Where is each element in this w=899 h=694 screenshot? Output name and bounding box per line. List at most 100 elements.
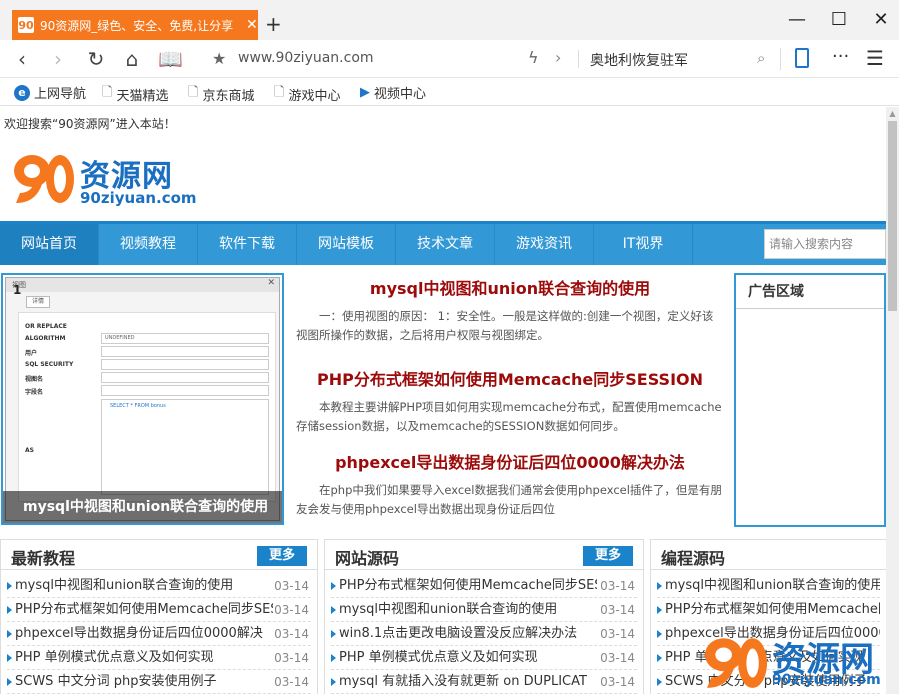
list-item[interactable]: SCWS 中文分词 php安装使用例子 03-14 bbox=[7, 670, 311, 694]
article-item: phpexcel导出数据身份证后四位0000解决办法 在php中我们如果要导入e… bbox=[296, 449, 724, 519]
site-search-input[interactable]: 请输入搜索内容 bbox=[764, 229, 886, 259]
list-item[interactable]: PHP 单例模式优点意义及如何实现 03-14 bbox=[7, 646, 311, 670]
form-field bbox=[101, 372, 269, 383]
fav-item[interactable]: ▶ 视频中心 bbox=[360, 83, 426, 102]
article-summary: 在php中我们如果要导入excel数据我们通常会使用phpexcel插件了，但是… bbox=[296, 483, 722, 516]
close-window-button[interactable]: ✕ bbox=[866, 8, 896, 32]
item-date: 03-14 bbox=[600, 675, 635, 689]
form-field bbox=[101, 346, 269, 357]
column-latest-tutorials: 最新教程 更多 mysql中视图和union联合查询的使用 03-14 PHP分布… bbox=[0, 539, 318, 694]
welcome-text: 欢迎搜索“90资源网”进入本站！ bbox=[4, 117, 176, 131]
scroll-thumb[interactable] bbox=[888, 121, 897, 311]
page-viewport: 欢迎搜索“90资源网”进入本站！ 资源网 90ziyuan.com 网站首页 视… bbox=[0, 107, 886, 694]
slide-number: 1 bbox=[13, 283, 22, 297]
scroll-up-icon[interactable]: ▲ bbox=[886, 109, 899, 121]
form-label: AS bbox=[25, 447, 34, 454]
item-date: 03-14 bbox=[274, 675, 309, 689]
reading-view-button[interactable]: 📖 bbox=[158, 47, 183, 71]
list-item[interactable]: PHP分布式框架如何使用Memcache同 bbox=[657, 598, 880, 622]
form-field bbox=[101, 359, 269, 370]
item-title: win8.1点击更改电脑设置没反应解决办法 bbox=[339, 626, 578, 641]
new-tab-button[interactable]: + bbox=[265, 12, 282, 36]
article-title[interactable]: PHP分布式框架如何使用Memcache同步SESSION bbox=[296, 366, 724, 390]
list-item[interactable]: mysql 有就插入没有就更新 on DUPLICAT 03-14 bbox=[331, 670, 637, 694]
article-item: mysql中视图和union联合查询的使用 一：使用视图的原因： 1：安全性。一… bbox=[296, 275, 724, 345]
nav-item-articles[interactable]: 技术文章 bbox=[396, 224, 495, 265]
lightning-icon[interactable]: ϟ bbox=[528, 48, 539, 67]
minimize-button[interactable]: — bbox=[782, 8, 812, 32]
chevron-right-icon[interactable]: › bbox=[555, 48, 561, 67]
item-title: PHP分布式框架如何使用Memcache同步SES bbox=[339, 578, 597, 593]
fav-item[interactable]: 🗋 天猫精选 bbox=[102, 83, 168, 105]
fav-label: 天猫精选 bbox=[116, 88, 169, 104]
browser-tab[interactable]: 90 90资源网_绿色、安全、免费,让分享 ✕ bbox=[12, 10, 258, 40]
item-date: 03-14 bbox=[600, 603, 635, 617]
slide-caption[interactable]: mysql中视图和union联合查询的使用 bbox=[3, 491, 282, 523]
column-title: 最新教程 bbox=[11, 549, 76, 568]
nav-item-software[interactable]: 软件下载 bbox=[198, 224, 297, 265]
more-button[interactable]: 更多 bbox=[583, 546, 633, 566]
item-title: PHP分布式框架如何使用Memcache同步SES bbox=[15, 602, 273, 617]
ie-icon: e bbox=[14, 84, 30, 101]
list-item[interactable]: mysql中视图和union联合查询的使用 03-14 bbox=[7, 574, 311, 598]
refresh-button[interactable]: ↻ bbox=[84, 47, 108, 71]
hot-search-text[interactable]: 奥地利恢复驻军 bbox=[590, 50, 688, 70]
logo-mark-icon bbox=[14, 155, 74, 203]
item-date: 03-14 bbox=[274, 579, 309, 593]
more-button[interactable]: 更多 bbox=[257, 546, 307, 566]
divider bbox=[578, 50, 579, 68]
home-button[interactable]: ⌂ bbox=[120, 47, 144, 71]
fav-item[interactable]: 🗋 京东商城 bbox=[188, 83, 254, 105]
item-title: phpexcel导出数据身份证后四位0000解决 bbox=[15, 626, 263, 641]
fav-item[interactable]: 🗋 游戏中心 bbox=[274, 83, 340, 105]
star-icon[interactable]: ★ bbox=[212, 49, 226, 68]
menu-icon[interactable]: ☰ bbox=[866, 46, 884, 70]
form-label: OR REPLACE bbox=[25, 323, 67, 330]
item-title: mysql中视图和union联合查询的使用 bbox=[15, 578, 234, 593]
forward-button[interactable]: › bbox=[46, 47, 70, 71]
column-site-source: 网站源码 更多 PHP分布式框架如何使用Memcache同步SES 03-14 m… bbox=[324, 539, 644, 694]
watermark-mark-icon bbox=[705, 638, 768, 688]
form-label: SQL SECURITY bbox=[25, 361, 74, 368]
list-item[interactable]: win8.1点击更改电脑设置没反应解决办法 03-14 bbox=[331, 622, 637, 646]
url-field[interactable]: www.90ziyuan.com bbox=[238, 50, 374, 66]
article-title[interactable]: phpexcel导出数据身份证后四位0000解决办法 bbox=[296, 449, 724, 473]
maximize-button[interactable]: ☐ bbox=[824, 8, 854, 32]
site-logo[interactable]: 资源网 90ziyuan.com bbox=[10, 145, 197, 215]
list-item[interactable]: PHP 单例模式优点意义及如何实现 03-14 bbox=[331, 646, 637, 670]
divider bbox=[780, 48, 781, 70]
nav-item-it[interactable]: IT视界 bbox=[594, 224, 693, 265]
more-icon[interactable]: ··· bbox=[832, 46, 849, 67]
search-icon[interactable]: ⌕ bbox=[757, 49, 765, 67]
watermark-logo: 资源网 90ziyuan.com bbox=[700, 630, 886, 694]
list-item[interactable]: mysql中视图和union联合查询的使用 bbox=[657, 574, 880, 598]
shot-tab: 详情 bbox=[26, 296, 50, 308]
play-icon: ▶ bbox=[360, 85, 370, 100]
page-scrollbar[interactable]: ▲ bbox=[886, 107, 899, 694]
phone-icon[interactable] bbox=[795, 48, 809, 68]
item-date: 03-14 bbox=[274, 603, 309, 617]
shot-title: 视图 bbox=[6, 278, 279, 292]
item-title: mysql 有就插入没有就更新 on DUPLICAT bbox=[339, 674, 587, 689]
item-date: 03-14 bbox=[274, 651, 309, 665]
column-title: 网站源码 bbox=[335, 549, 400, 568]
list-item[interactable]: PHP分布式框架如何使用Memcache同步SES 03-14 bbox=[7, 598, 311, 622]
featured-slide[interactable]: 视图 ✕ 详情 OR REPLACE ALGORITHM UNDEFINED 用… bbox=[1, 273, 284, 525]
column-header: 编程源码 bbox=[651, 540, 886, 570]
item-title: PHP分布式框架如何使用Memcache同 bbox=[665, 602, 880, 617]
fav-item[interactable]: e 上网导航 bbox=[14, 83, 86, 102]
nav-item-games[interactable]: 游戏资讯 bbox=[495, 224, 594, 265]
nav-item-video[interactable]: 视频教程 bbox=[99, 224, 198, 265]
nav-item-templates[interactable]: 网站模板 bbox=[297, 224, 396, 265]
close-tab-icon[interactable]: ✕ bbox=[246, 17, 258, 33]
list-item[interactable]: PHP分布式框架如何使用Memcache同步SES 03-14 bbox=[331, 574, 637, 598]
nav-item-home[interactable]: 网站首页 bbox=[0, 224, 99, 265]
form-label: 用户 bbox=[25, 350, 38, 357]
column-title: 编程源码 bbox=[661, 549, 726, 568]
title-bar: 90 90资源网_绿色、安全、免费,让分享 ✕ + — ☐ ✕ bbox=[0, 0, 899, 40]
article-title[interactable]: mysql中视图和union联合查询的使用 bbox=[296, 275, 724, 299]
back-button[interactable]: ‹ bbox=[10, 47, 34, 71]
fav-label: 游戏中心 bbox=[288, 88, 341, 104]
list-item[interactable]: mysql中视图和union联合查询的使用 03-14 bbox=[331, 598, 637, 622]
list-item[interactable]: phpexcel导出数据身份证后四位0000解决 03-14 bbox=[7, 622, 311, 646]
